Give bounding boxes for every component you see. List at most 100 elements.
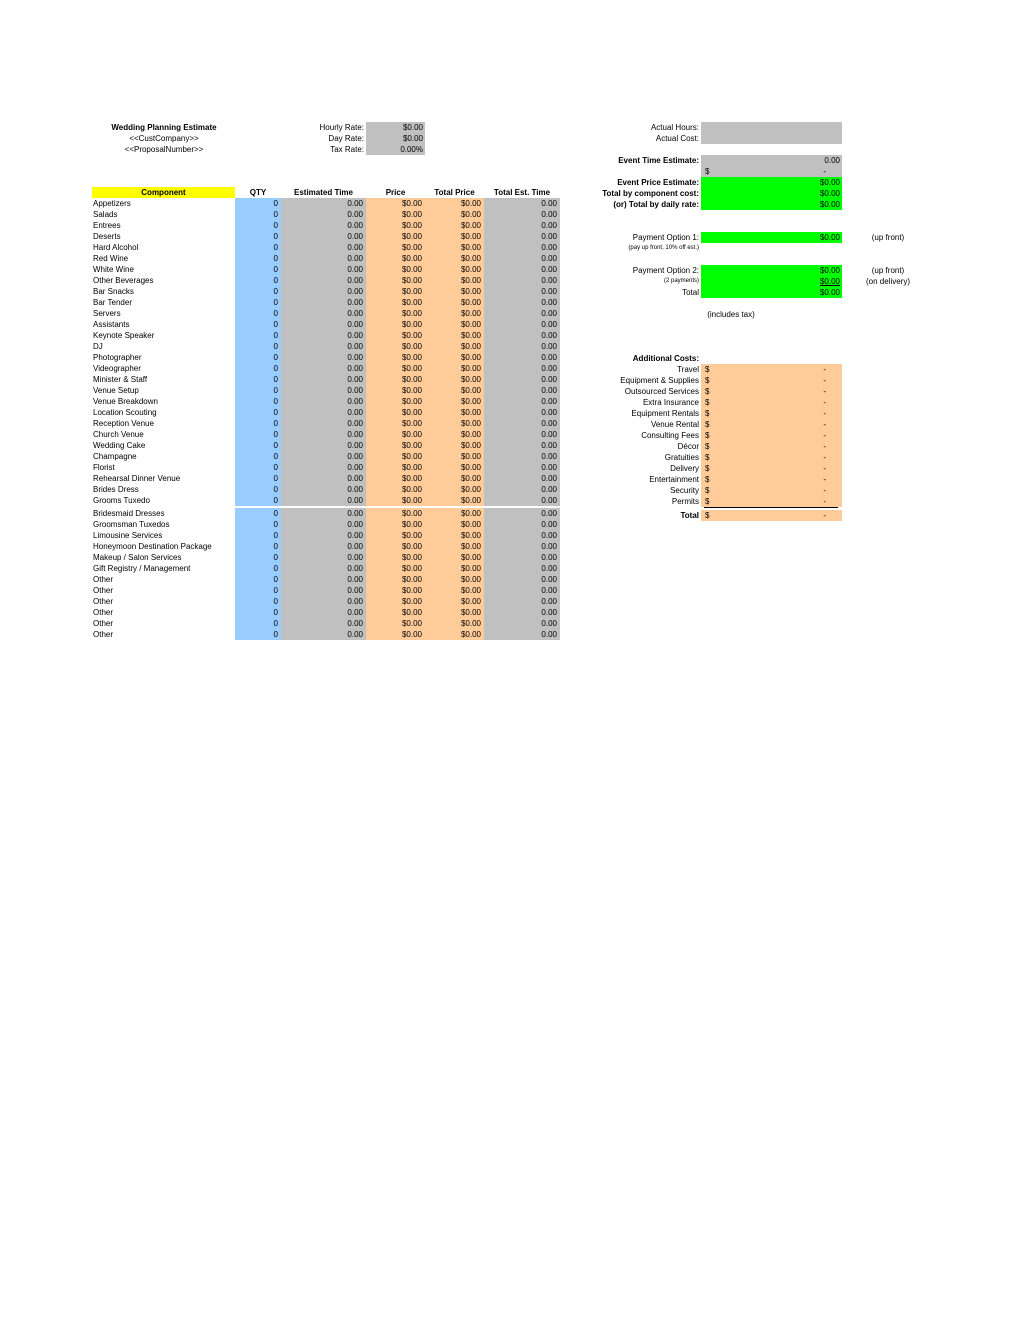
table-cell-qty[interactable]: 0 xyxy=(235,519,281,530)
table-cell-component[interactable]: Entrees xyxy=(92,220,235,231)
table-cell-component[interactable]: Salads xyxy=(92,209,235,220)
table-cell-qty[interactable]: 0 xyxy=(235,629,281,640)
table-cell-qty[interactable]: 0 xyxy=(235,264,281,275)
table-cell-qty[interactable]: 0 xyxy=(235,574,281,585)
additional-cost-value[interactable]: $ - xyxy=(701,364,842,375)
table-cell-price[interactable]: $0.00 xyxy=(366,286,425,297)
actual-cost-value[interactable] xyxy=(701,133,842,144)
table-cell-price[interactable]: $0.00 xyxy=(366,574,425,585)
table-cell-component[interactable]: Gift Registry / Management xyxy=(92,563,235,574)
table-cell-price[interactable]: $0.00 xyxy=(366,319,425,330)
table-cell-qty[interactable]: 0 xyxy=(235,319,281,330)
table-cell-qty[interactable]: 0 xyxy=(235,374,281,385)
table-cell-price[interactable]: $0.00 xyxy=(366,451,425,462)
table-cell-qty[interactable]: 0 xyxy=(235,484,281,495)
additional-cost-value[interactable]: $ - xyxy=(701,386,842,397)
table-cell-component[interactable]: Servers xyxy=(92,308,235,319)
table-cell-qty[interactable]: 0 xyxy=(235,308,281,319)
table-cell-price[interactable]: $0.00 xyxy=(366,385,425,396)
additional-cost-value[interactable]: $ - xyxy=(701,430,842,441)
table-cell-price[interactable]: $0.00 xyxy=(366,530,425,541)
table-cell-component[interactable]: Other xyxy=(92,596,235,607)
table-cell-price[interactable]: $0.00 xyxy=(366,462,425,473)
table-cell-component[interactable]: Deserts xyxy=(92,231,235,242)
table-cell-price[interactable]: $0.00 xyxy=(366,198,425,209)
table-cell-qty[interactable]: 0 xyxy=(235,563,281,574)
table-cell-component[interactable]: Groomsman Tuxedos xyxy=(92,519,235,530)
table-cell-component[interactable]: Bridesmaid Dresses xyxy=(92,508,235,519)
table-cell-qty[interactable]: 0 xyxy=(235,209,281,220)
table-cell-qty[interactable]: 0 xyxy=(235,429,281,440)
table-cell-price[interactable]: $0.00 xyxy=(366,473,425,484)
table-cell-qty[interactable]: 0 xyxy=(235,541,281,552)
table-cell-price[interactable]: $0.00 xyxy=(366,352,425,363)
table-cell-component[interactable]: Other xyxy=(92,607,235,618)
table-cell-component[interactable]: Location Scouting xyxy=(92,407,235,418)
table-cell-price[interactable]: $0.00 xyxy=(366,231,425,242)
table-cell-price[interactable]: $0.00 xyxy=(366,264,425,275)
table-cell-qty[interactable]: 0 xyxy=(235,385,281,396)
table-cell-qty[interactable]: 0 xyxy=(235,552,281,563)
table-cell-qty[interactable]: 0 xyxy=(235,330,281,341)
table-cell-price[interactable]: $0.00 xyxy=(366,519,425,530)
table-cell-price[interactable]: $0.00 xyxy=(366,484,425,495)
table-cell-qty[interactable]: 0 xyxy=(235,352,281,363)
table-cell-component[interactable]: Other xyxy=(92,574,235,585)
table-cell-price[interactable]: $0.00 xyxy=(366,607,425,618)
table-cell-price[interactable]: $0.00 xyxy=(366,418,425,429)
additional-cost-value[interactable]: $ - xyxy=(701,408,842,419)
table-cell-component[interactable]: Limousine Services xyxy=(92,530,235,541)
table-cell-qty[interactable]: 0 xyxy=(235,451,281,462)
table-cell-price[interactable]: $0.00 xyxy=(366,629,425,640)
table-cell-qty[interactable]: 0 xyxy=(235,585,281,596)
table-cell-qty[interactable]: 0 xyxy=(235,440,281,451)
table-cell-qty[interactable]: 0 xyxy=(235,495,281,506)
table-cell-component[interactable]: Keynote Speaker xyxy=(92,330,235,341)
table-cell-price[interactable]: $0.00 xyxy=(366,220,425,231)
additional-cost-value[interactable]: $ - xyxy=(701,452,842,463)
table-cell-component[interactable]: Reception Venue xyxy=(92,418,235,429)
table-cell-qty[interactable]: 0 xyxy=(235,253,281,264)
table-cell-qty[interactable]: 0 xyxy=(235,596,281,607)
table-cell-price[interactable]: $0.00 xyxy=(366,596,425,607)
table-cell-qty[interactable]: 0 xyxy=(235,363,281,374)
table-cell-component[interactable]: Bar Tender xyxy=(92,297,235,308)
table-cell-qty[interactable]: 0 xyxy=(235,220,281,231)
table-cell-price[interactable]: $0.00 xyxy=(366,541,425,552)
table-cell-qty[interactable]: 0 xyxy=(235,242,281,253)
table-cell-price[interactable]: $0.00 xyxy=(366,330,425,341)
actual-hours-value[interactable] xyxy=(701,122,842,133)
table-cell-price[interactable]: $0.00 xyxy=(366,396,425,407)
table-cell-qty[interactable]: 0 xyxy=(235,618,281,629)
table-cell-price[interactable]: $0.00 xyxy=(366,440,425,451)
table-cell-qty[interactable]: 0 xyxy=(235,341,281,352)
table-cell-component[interactable]: Church Venue xyxy=(92,429,235,440)
table-cell-price[interactable]: $0.00 xyxy=(366,242,425,253)
additional-cost-value[interactable]: $ - xyxy=(701,375,842,386)
table-cell-qty[interactable]: 0 xyxy=(235,418,281,429)
additional-cost-value[interactable]: $ - xyxy=(701,419,842,430)
table-cell-price[interactable]: $0.00 xyxy=(366,308,425,319)
table-cell-qty[interactable]: 0 xyxy=(235,462,281,473)
table-cell-component[interactable]: Hard Alcohol xyxy=(92,242,235,253)
table-cell-component[interactable]: Venue Breakdown xyxy=(92,396,235,407)
table-cell-price[interactable]: $0.00 xyxy=(366,253,425,264)
additional-cost-value[interactable]: $ - xyxy=(701,441,842,452)
table-cell-qty[interactable]: 0 xyxy=(235,297,281,308)
hourly-rate-value[interactable]: $0.00 xyxy=(366,122,425,133)
table-cell-component[interactable]: Photographer xyxy=(92,352,235,363)
table-cell-price[interactable]: $0.00 xyxy=(366,495,425,506)
table-cell-component[interactable]: Florist xyxy=(92,462,235,473)
day-rate-value[interactable]: $0.00 xyxy=(366,133,425,144)
table-cell-component[interactable]: Other Beverages xyxy=(92,275,235,286)
table-cell-price[interactable]: $0.00 xyxy=(366,363,425,374)
additional-cost-value[interactable]: $ - xyxy=(701,397,842,408)
table-cell-qty[interactable]: 0 xyxy=(235,396,281,407)
table-cell-qty[interactable]: 0 xyxy=(235,198,281,209)
additional-cost-value[interactable]: $ - xyxy=(701,463,842,474)
additional-cost-value[interactable]: $ - xyxy=(701,485,842,496)
table-cell-qty[interactable]: 0 xyxy=(235,407,281,418)
table-cell-price[interactable]: $0.00 xyxy=(366,552,425,563)
table-cell-component[interactable]: Makeup / Salon Services xyxy=(92,552,235,563)
additional-cost-value[interactable]: $ - xyxy=(701,496,842,507)
